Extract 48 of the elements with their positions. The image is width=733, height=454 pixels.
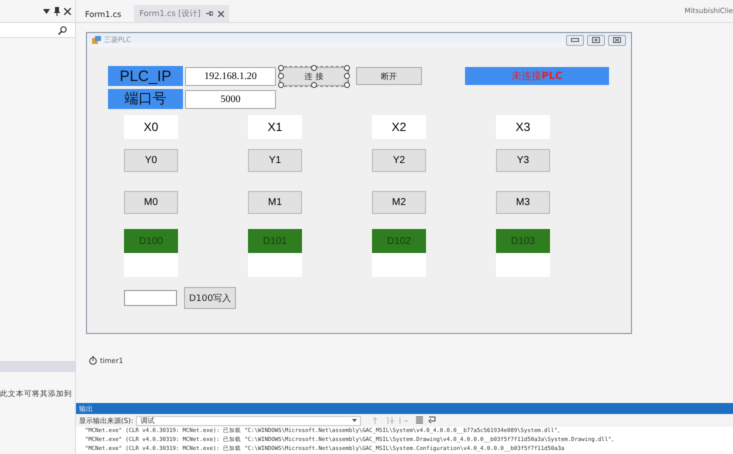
relay-button[interactable]: M2 (372, 191, 426, 214)
close-icon[interactable] (64, 8, 71, 14)
register-value-field (248, 253, 302, 277)
port-label: 端口号 (108, 89, 183, 109)
relay-button[interactable]: M1 (248, 191, 302, 214)
stopwatch-icon (89, 356, 97, 365)
plc-ip-label: PLC_IP (108, 66, 183, 86)
register-label: D102 (372, 229, 426, 253)
output-button[interactable]: Y1 (248, 149, 302, 172)
input-label: X1 (248, 115, 302, 139)
toolbar-icons-drawing[interactable] (372, 416, 436, 425)
register-label: D103 (496, 229, 550, 253)
maximize-icon (592, 37, 600, 43)
document-tab[interactable]: Form1.cs [设计] (134, 5, 228, 22)
close-icon[interactable] (218, 10, 224, 16)
output-button[interactable]: Y0 (124, 149, 178, 172)
output-button[interactable]: Y2 (372, 149, 426, 172)
register-value-field (496, 253, 550, 277)
minimize-icon (571, 38, 579, 42)
maximize-button[interactable] (587, 34, 605, 46)
document-tab[interactable]: Form1.cs (80, 7, 126, 22)
register-value-field (372, 253, 426, 277)
connection-status-label: 未连接PLC (465, 67, 609, 85)
connect-button[interactable]: 连 接 (280, 66, 348, 86)
minimize-button[interactable] (566, 34, 584, 46)
register-label: D100 (124, 229, 178, 253)
input-label: X2 (372, 115, 426, 139)
form-icon (92, 36, 101, 44)
disconnect-button[interactable]: 断开 (356, 67, 422, 85)
output-button[interactable]: Y3 (496, 149, 550, 172)
caret-icon (352, 419, 358, 422)
write-button[interactable]: D100写入 (184, 287, 236, 309)
register-label: D101 (248, 229, 302, 253)
input-label: X3 (496, 115, 550, 139)
close-icon (613, 37, 621, 43)
write-value-field[interactable] (124, 290, 177, 306)
search-field[interactable] (0, 22, 75, 38)
search-icon (58, 26, 67, 34)
ip-input-field[interactable]: 192.168.1.20 (185, 66, 276, 86)
relay-button[interactable]: M0 (124, 191, 178, 214)
register-value-field (124, 253, 178, 277)
dropdown-icon[interactable] (43, 8, 50, 14)
port-input-field[interactable]: 5000 (185, 90, 276, 108)
relay-button[interactable]: M3 (496, 191, 550, 214)
pin-icon[interactable] (54, 6, 60, 16)
close-button[interactable] (608, 34, 626, 46)
pin-icon[interactable] (206, 11, 212, 16)
input-label: X0 (124, 115, 178, 139)
